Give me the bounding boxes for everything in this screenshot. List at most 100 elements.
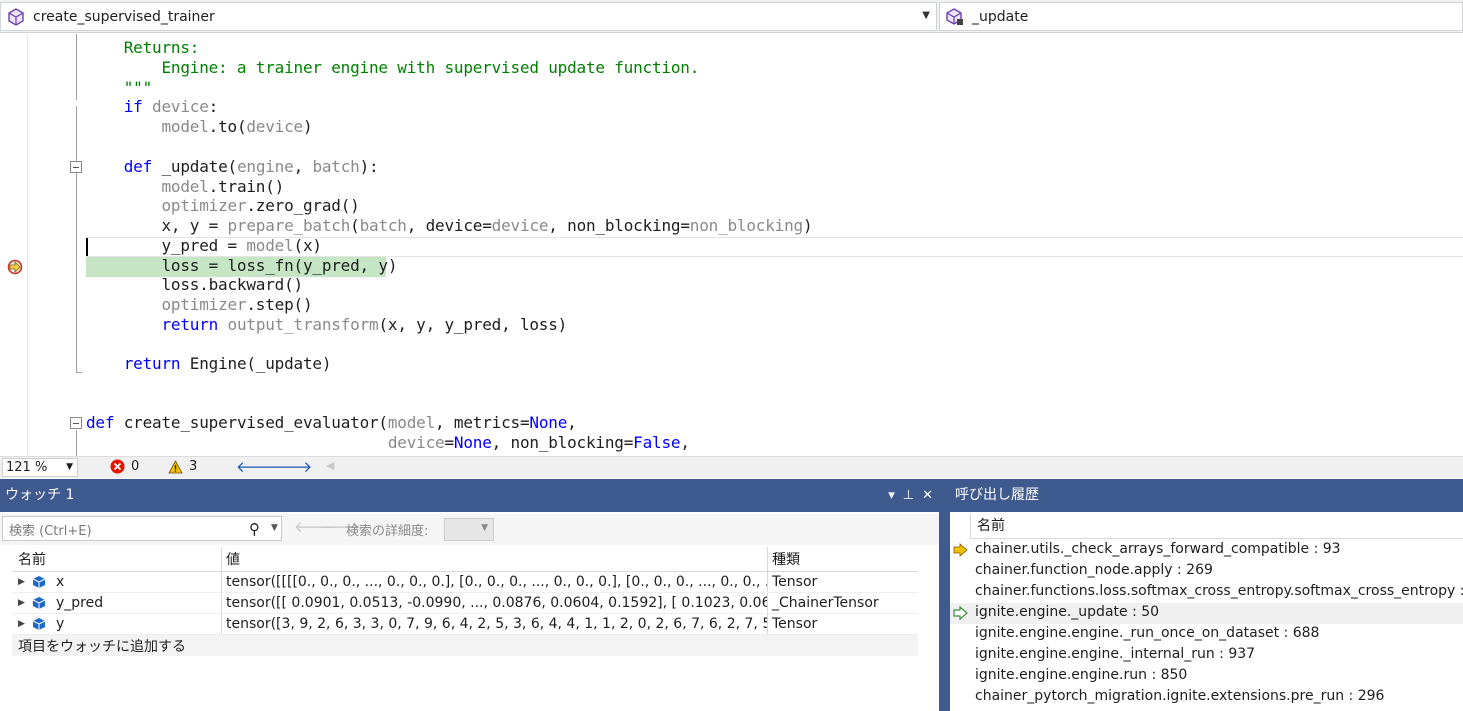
- scope-combo-left[interactable]: create_supervised_trainer ▼: [0, 2, 937, 31]
- frame-label: ignite.engine.engine._run_once_on_datase…: [975, 625, 1320, 641]
- watch-value[interactable]: tensor([3, 9, 2, 6, 3, 3, 0, 7, 9, 6, 4,…: [222, 614, 768, 634]
- search-depth-label: 検索の詳細度:: [346, 524, 429, 539]
- expand-icon[interactable]: ▶: [18, 619, 32, 629]
- frame-label: ignite.engine.engine.run : 850: [975, 667, 1188, 683]
- scroll-left-icon[interactable]: ◀: [326, 459, 334, 472]
- frame-label: chainer.function_node.apply : 269: [975, 562, 1213, 578]
- cube-icon: [8, 7, 24, 26]
- watch-name-cell: ▶ y: [12, 614, 222, 634]
- variable-cube-icon: [32, 576, 46, 588]
- frame-label: chainer.utils._check_arrays_forward_comp…: [975, 541, 1341, 557]
- variable-cube-icon: [32, 618, 46, 630]
- code-line: device=None, non_blocking=False,: [387, 433, 690, 452]
- watch-type: Tensor: [772, 574, 818, 590]
- search-placeholder: 検索 (Ctrl+E): [9, 524, 92, 539]
- warning-count: 3: [189, 459, 198, 474]
- search-depth-combo[interactable]: ▼: [444, 518, 494, 541]
- outline-guide: [76, 430, 77, 456]
- current-statement-arrow-icon: [7, 259, 23, 275]
- code-line: x, y = prepare_batch(batch, device=devic…: [86, 216, 813, 235]
- column-header-type[interactable]: 種類: [768, 547, 918, 571]
- code-line: optimizer.zero_grad(): [161, 196, 360, 215]
- call-stack-title-bar[interactable]: 呼び出し履歴: [950, 479, 1463, 512]
- code-line: Returns:: [86, 38, 200, 57]
- arrow-right-icon[interactable]: 🡒: [272, 457, 312, 476]
- code-line: return output_transform(x, y, y_pred, lo…: [161, 315, 568, 334]
- locked-cube-icon: [946, 7, 963, 25]
- call-stack-pane: 呼び出し履歴 名前 chainer.utils._check_arrays_fo…: [950, 479, 1463, 711]
- code-line: def _update(engine, batch):: [123, 157, 379, 176]
- call-stack-frame[interactable]: chainer.functions.loss.softmax_cross_ent…: [950, 582, 1463, 603]
- call-stack-frame[interactable]: ignite.engine.engine._internal_run : 937: [950, 645, 1463, 666]
- outline-end: [76, 372, 82, 373]
- watch-type: Tensor: [772, 616, 818, 632]
- search-input[interactable]: 検索 (Ctrl+E) ⚲ ▼: [2, 516, 282, 541]
- watch-name: y_pred: [56, 595, 104, 611]
- watch-value[interactable]: tensor([[ 0.0901, 0.0513, -0.0990, ..., …: [222, 593, 768, 613]
- call-stack-frame[interactable]: ignite.engine.engine._run_once_on_datase…: [950, 624, 1463, 645]
- watch-row-x[interactable]: ▶ x tensor([[[[0., 0., 0., ..., 0., 0., …: [12, 572, 918, 593]
- call-stack-frame-selected[interactable]: ignite.engine._update : 50: [950, 603, 1463, 624]
- breakpoint-margin[interactable]: [0, 34, 28, 456]
- search-icon[interactable]: ⚲: [249, 520, 260, 538]
- error-indicator[interactable]: 0: [110, 459, 139, 474]
- code-line: """: [86, 78, 153, 97]
- current-frame-arrow-icon: [953, 543, 968, 557]
- error-count: 0: [131, 459, 140, 474]
- chevron-down-icon[interactable]: ▼: [481, 523, 488, 533]
- column-header-value[interactable]: 値: [222, 547, 768, 571]
- watch-title: ウォッチ 1: [5, 487, 75, 503]
- watch-value[interactable]: tensor([[[[0., 0., 0., ..., 0., 0., 0.],…: [222, 572, 768, 592]
- frame-label: ignite.engine._update : 50: [975, 604, 1160, 620]
- watch-title-bar[interactable]: ウォッチ 1 ▾ ⊥ ✕: [0, 479, 939, 512]
- collapse-toggle[interactable]: [70, 417, 82, 429]
- scope-left-label: create_supervised_trainer: [33, 8, 215, 25]
- code-line: def create_supervised_evaluator(model, m…: [86, 413, 577, 432]
- add-watch-item[interactable]: 項目をウォッチに追加する: [12, 635, 918, 656]
- zoom-combo[interactable]: 121 % ▼: [2, 458, 78, 477]
- frame-label: chainer.functions.loss.softmax_cross_ent…: [975, 583, 1463, 599]
- close-icon[interactable]: ✕: [922, 479, 933, 512]
- call-stack-frame[interactable]: chainer.function_node.apply : 269: [950, 561, 1463, 582]
- collapse-toggle[interactable]: [70, 161, 82, 173]
- code-line: model.to(device): [161, 117, 313, 136]
- watch-name-cell: ▶ x: [12, 572, 222, 592]
- chevron-down-icon[interactable]: ▼: [66, 459, 73, 476]
- call-stack-frame[interactable]: chainer_pytorch_migration.ignite.extensi…: [950, 687, 1463, 708]
- code-line: loss.backward(): [86, 275, 303, 294]
- column-header-name[interactable]: 名前: [12, 547, 222, 571]
- code-line: Engine: a trainer engine with supervised…: [86, 58, 700, 77]
- call-stack-frame[interactable]: chainer.utils._check_arrays_forward_comp…: [950, 540, 1463, 561]
- watch-row-y[interactable]: ▶ y tensor([3, 9, 2, 6, 3, 3, 0, 7, 9, 6…: [12, 614, 918, 635]
- watch-toolbar: 検索 (Ctrl+E) ⚲ ▼ 🡐 🡒 検索の詳細度: ▼: [0, 514, 939, 545]
- code-editor[interactable]: Returns: Engine: a trainer engine with s…: [0, 34, 1463, 456]
- watch-pane: ウォッチ 1 ▾ ⊥ ✕ 検索 (Ctrl+E) ⚲ ▼ 🡐 🡒 検索の詳細度:…: [0, 479, 939, 711]
- warning-indicator[interactable]: 3: [168, 459, 197, 474]
- watch-row-y-pred[interactable]: ▶ y_pred tensor([[ 0.0901, 0.0513, -0.09…: [12, 593, 918, 614]
- editor-status-strip: 121 % ▼ 0 3 🡐 🡒 ◀: [0, 456, 1463, 478]
- frame-label: ignite.engine.engine._internal_run : 937: [975, 646, 1256, 662]
- watch-name: x: [56, 574, 65, 590]
- chevron-down-icon[interactable]: ▼: [271, 523, 278, 533]
- watch-grid-header: 名前 値 種類: [12, 547, 918, 572]
- error-icon: [110, 459, 125, 474]
- code-line: y_pred = model(x): [86, 236, 322, 255]
- window-menu-icon[interactable]: ▾: [888, 479, 895, 512]
- watch-grid: 名前 値 種類 ▶ x tensor([[[[0., 0., 0., ..., …: [12, 547, 918, 656]
- warning-icon: [168, 459, 183, 473]
- call-stack-frame[interactable]: ignite.engine.engine.run : 850: [950, 666, 1463, 687]
- title-buttons: ▾ ⊥ ✕: [888, 479, 933, 512]
- pin-icon[interactable]: ⊥: [903, 479, 914, 512]
- call-stack-title: 呼び出し履歴: [955, 487, 1039, 503]
- outline-guide: [76, 174, 77, 372]
- scope-right-label: _update: [972, 8, 1029, 25]
- expand-icon[interactable]: ▶: [18, 598, 32, 608]
- variable-cube-icon: [32, 597, 46, 609]
- arrow-left-icon[interactable]: 🡐: [236, 457, 276, 476]
- chevron-down-icon[interactable]: ▼: [922, 10, 930, 21]
- scope-combo-right[interactable]: _update: [939, 2, 1463, 31]
- code-line: loss = loss_fn(y_pred, y): [86, 256, 398, 275]
- watch-name-cell: ▶ y_pred: [12, 593, 222, 613]
- column-header-name[interactable]: 名前: [970, 514, 1463, 539]
- expand-icon[interactable]: ▶: [18, 577, 32, 587]
